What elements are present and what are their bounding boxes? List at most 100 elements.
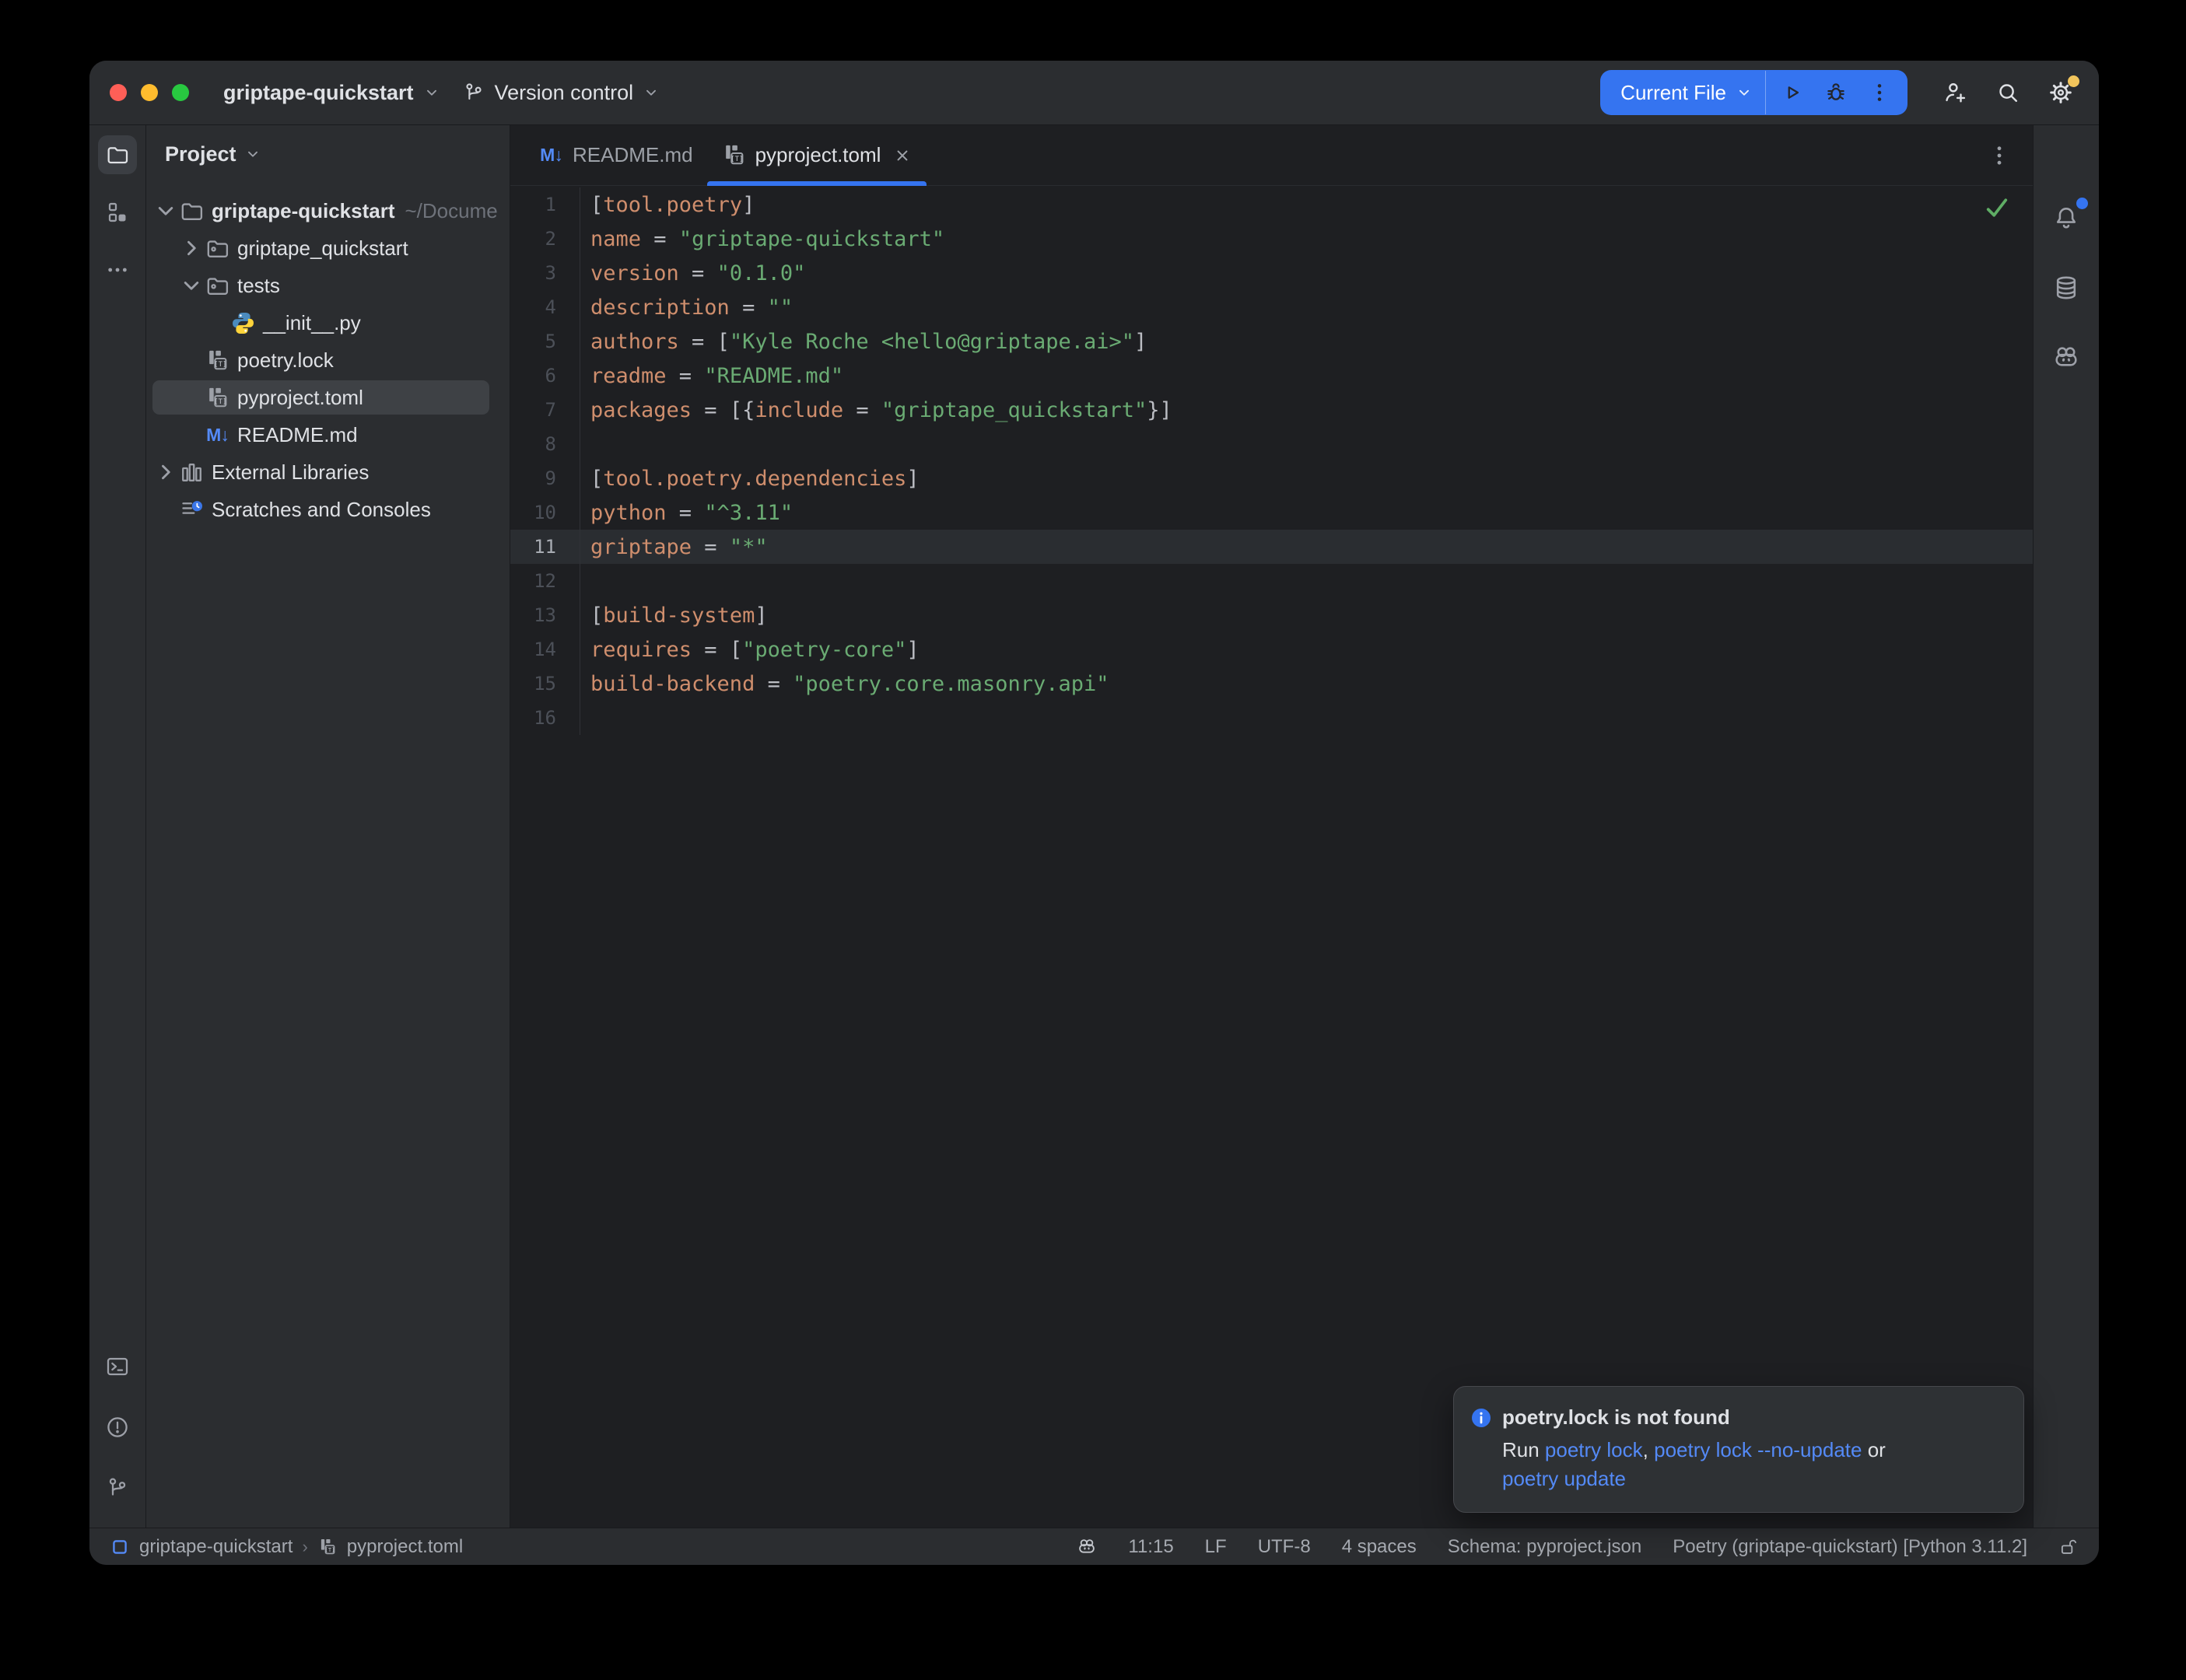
close-icon[interactable]: [892, 145, 913, 166]
code-line-9[interactable]: 9[tool.poetry.dependencies]: [510, 461, 2033, 495]
structure-button[interactable]: [98, 193, 137, 232]
code-line-text[interactable]: griptape = "*": [580, 530, 768, 564]
line-number[interactable]: 5: [510, 324, 580, 359]
code-line-text[interactable]: description = "": [580, 290, 793, 324]
version-control-button[interactable]: [98, 1468, 137, 1507]
chevron-down-icon[interactable]: [178, 272, 205, 299]
terminal-button[interactable]: [98, 1347, 137, 1386]
code-line-text[interactable]: [tool.poetry.dependencies]: [580, 461, 920, 495]
chevron-right-icon[interactable]: [178, 235, 205, 261]
code-line-13[interactable]: 13[build-system]: [510, 598, 2033, 632]
line-number[interactable]: 7: [510, 393, 580, 427]
line-number[interactable]: 2: [510, 222, 580, 256]
code-line-8[interactable]: 8: [510, 427, 2033, 461]
code-line-12[interactable]: 12: [510, 564, 2033, 598]
code-line-text[interactable]: [580, 427, 590, 461]
code-line-text[interactable]: [tool.poetry]: [580, 187, 755, 222]
tree-row-external-libraries[interactable]: External Libraries: [146, 453, 510, 491]
tree-row-pyproject-toml[interactable]: [T]pyproject.toml: [146, 379, 510, 416]
line-number[interactable]: 3: [510, 256, 580, 290]
code-line-2[interactable]: 2name = "griptape-quickstart": [510, 222, 2033, 256]
database-button[interactable]: [2047, 268, 2086, 307]
indent-widget[interactable]: 4 spaces: [1342, 1536, 1417, 1558]
line-number[interactable]: 8: [510, 427, 580, 461]
code-line-16[interactable]: 16: [510, 701, 2033, 735]
code-line-6[interactable]: 6readme = "README.md": [510, 359, 2033, 393]
code-line-15[interactable]: 15build-backend = "poetry.core.masonry.a…: [510, 667, 2033, 701]
debug-button[interactable]: [1814, 71, 1858, 114]
more-tool-windows-button[interactable]: [98, 250, 137, 289]
code-editor[interactable]: 1[tool.poetry]2name = "griptape-quicksta…: [510, 186, 2033, 1528]
time-widget[interactable]: 11:15: [1128, 1536, 1173, 1558]
tree-row-tests[interactable]: tests: [146, 267, 510, 304]
line-number[interactable]: 12: [510, 564, 580, 598]
line-number[interactable]: 16: [510, 701, 580, 735]
code-line-text[interactable]: python = "^3.11": [580, 495, 793, 530]
tree-row-readme-md[interactable]: M↓README.md: [146, 416, 510, 453]
inspections-ok-icon[interactable]: [1983, 194, 2011, 222]
code-line-text[interactable]: [build-system]: [580, 598, 768, 632]
code-line-text[interactable]: packages = [{include = "griptape_quickst…: [580, 393, 1172, 427]
line-number[interactable]: 6: [510, 359, 580, 393]
tree-row-scratches-and-consoles[interactable]: Scratches and Consoles: [146, 491, 510, 528]
project-selector[interactable]: griptape-quickstart: [212, 73, 451, 113]
line-number[interactable]: 10: [510, 495, 580, 530]
project-view-button[interactable]: [98, 135, 137, 174]
settings-button[interactable]: [2044, 76, 2077, 109]
chevron-down-icon[interactable]: [1736, 84, 1753, 101]
zoom-window-button[interactable]: [172, 84, 189, 101]
code-line-text[interactable]: authors = ["Kyle Roche <hello@griptape.a…: [580, 324, 1147, 359]
code-line-text[interactable]: version = "0.1.0": [580, 256, 805, 290]
code-line-4[interactable]: 4description = "": [510, 290, 2033, 324]
tree-row-griptape-quickstart[interactable]: griptape_quickstart: [146, 229, 510, 267]
schema-widget[interactable]: Schema: pyproject.json: [1448, 1536, 1641, 1558]
run-button[interactable]: [1771, 71, 1814, 114]
vcs-widget[interactable]: Version control: [451, 73, 671, 113]
breadcrumb-project[interactable]: griptape-quickstart: [139, 1536, 293, 1558]
line-number[interactable]: 13: [510, 598, 580, 632]
breadcrumb-file[interactable]: pyproject.toml: [347, 1536, 463, 1558]
poetry-lock-link[interactable]: poetry lock: [1545, 1438, 1643, 1461]
code-line-text[interactable]: build-backend = "poetry.core.masonry.api…: [580, 667, 1109, 701]
encoding-widget[interactable]: UTF-8: [1258, 1536, 1311, 1558]
poetry-update-link[interactable]: poetry update: [1502, 1467, 1626, 1490]
line-number[interactable]: 4: [510, 290, 580, 324]
add-user-button[interactable]: [1939, 76, 1971, 109]
line-number[interactable]: 11: [510, 530, 580, 564]
notifications-button[interactable]: [2047, 198, 2086, 237]
poetry-lock-no-update-link[interactable]: poetry lock --no-update: [1654, 1438, 1862, 1461]
line-number[interactable]: 14: [510, 632, 580, 667]
code-line-text[interactable]: name = "griptape-quickstart": [580, 222, 944, 256]
code-line-text[interactable]: [580, 564, 590, 598]
search-everywhere-button[interactable]: [1992, 76, 2024, 109]
tab-options-icon[interactable]: [1986, 142, 2013, 169]
tree-row-poetry-lock[interactable]: [T]poetry.lock: [146, 341, 510, 379]
tab-readme-md[interactable]: M↓README.md: [524, 125, 707, 185]
code-line-text[interactable]: [580, 701, 590, 735]
line-separator-widget[interactable]: LF: [1205, 1536, 1227, 1558]
line-number[interactable]: 1: [510, 187, 580, 222]
line-number[interactable]: 15: [510, 667, 580, 701]
tab-pyproject-toml[interactable]: [T]pyproject.toml: [707, 125, 927, 185]
minimize-window-button[interactable]: [141, 84, 158, 101]
chevron-down-icon[interactable]: [152, 198, 179, 224]
run-config-selector[interactable]: Current File: [1620, 81, 1726, 105]
tree-row--init-py[interactable]: __init__.py: [146, 304, 510, 341]
code-line-3[interactable]: 3version = "0.1.0": [510, 256, 2033, 290]
run-more-button[interactable]: [1858, 71, 1901, 114]
code-line-5[interactable]: 5authors = ["Kyle Roche <hello@griptape.…: [510, 324, 2033, 359]
code-line-10[interactable]: 10python = "^3.11": [510, 495, 2033, 530]
tree-row-griptape-quickstart[interactable]: griptape-quickstart~/Docume: [146, 192, 510, 229]
code-line-text[interactable]: requires = ["poetry-core"]: [580, 632, 920, 667]
close-window-button[interactable]: [110, 84, 127, 101]
code-line-text[interactable]: readme = "README.md": [580, 359, 843, 393]
code-line-11[interactable]: 11griptape = "*": [510, 530, 2033, 564]
code-line-1[interactable]: 1[tool.poetry]: [510, 187, 2033, 222]
code-line-7[interactable]: 7packages = [{include = "griptape_quicks…: [510, 393, 2033, 427]
interpreter-widget[interactable]: Poetry (griptape-quickstart) [Python 3.1…: [1673, 1536, 2027, 1558]
ai-assistant-status-icon[interactable]: [1077, 1537, 1097, 1557]
project-panel-header[interactable]: Project: [146, 125, 510, 183]
code-line-14[interactable]: 14requires = ["poetry-core"]: [510, 632, 2033, 667]
problems-button[interactable]: [98, 1408, 137, 1447]
ai-assistant-button[interactable]: [2047, 338, 2086, 377]
